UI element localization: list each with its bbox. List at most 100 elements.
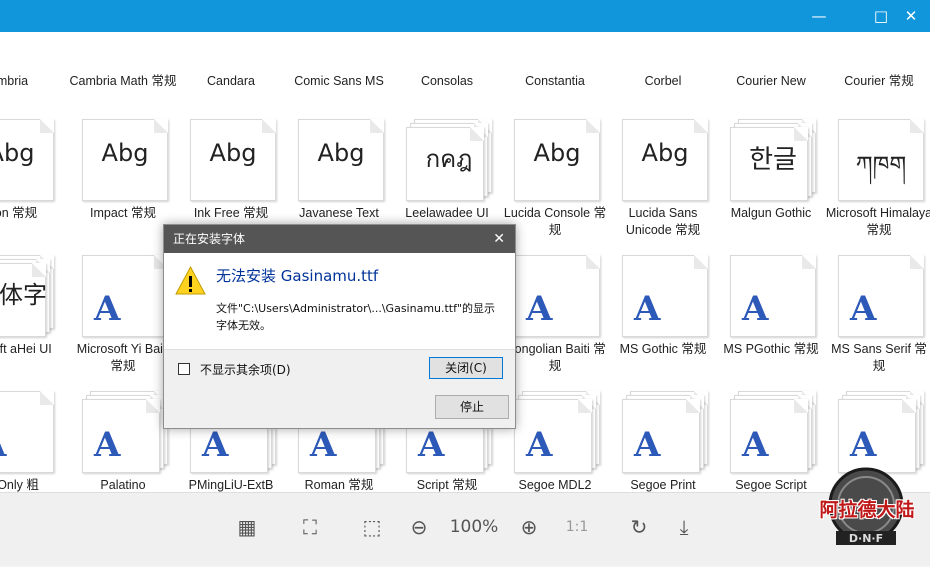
download-button[interactable]: ⤓ (670, 512, 698, 542)
font-thumbnail: A (82, 391, 168, 473)
viewer-toolbar: ▦ ⛶ ⬚ ⊖ 100% ⊕ 1:1 ↻ ⤓ (0, 492, 930, 565)
font-file-icon: A (526, 289, 553, 329)
font-name: perOnly 粗 (0, 478, 39, 492)
zoom-in-icon: ⊕ (520, 515, 538, 539)
font-thumbnail: Abg (514, 119, 600, 201)
font-item[interactable]: A MS PGothic 常规 (717, 255, 825, 391)
rotate-button[interactable]: ↻ (625, 512, 653, 542)
font-sample: Abg (209, 139, 257, 167)
font-sample: Abg (0, 139, 35, 167)
warning-icon (175, 265, 206, 295)
font-item[interactable]: A MS Gothic 常规 (609, 255, 717, 391)
maximize-button[interactable]: □ (864, 0, 898, 32)
font-item[interactable]: Abg hoon 常规 (0, 119, 63, 255)
font-thumbnail: A (622, 391, 708, 473)
font-thumbnail: Abg (0, 119, 54, 201)
game-logo-watermark: D·N·F 阿拉德大陆 (804, 459, 928, 563)
font-file-icon: A (850, 289, 877, 329)
font-thumbnail: 한글 (730, 119, 816, 201)
font-name: MS Gothic 常规 (619, 342, 707, 356)
font-file-icon: A (418, 425, 445, 465)
font-name: Comic Sans MS (294, 74, 384, 88)
actual-size-icon: 1:1 (565, 519, 589, 535)
dont-show-label: 不显示其余项(D) (200, 363, 291, 377)
font-item[interactable]: Abg Impact 常规 (69, 119, 177, 255)
font-sample: Abg (533, 139, 581, 167)
font-name: Javanese Text (299, 206, 379, 220)
zoom-out-icon: ⊖ (410, 515, 428, 539)
zoom-out-button[interactable]: ⊖ (405, 512, 433, 542)
font-sample: Abg (101, 139, 149, 167)
layout-icon: ▦ (237, 515, 257, 539)
close-window-button[interactable]: ✕ (894, 0, 928, 32)
font-item[interactable]: A Segoe MDL2 (501, 391, 609, 492)
font-item[interactable]: A Segoe Print (609, 391, 717, 492)
actual-size-button[interactable]: 1:1 (563, 512, 591, 542)
font-item[interactable]: A MS Sans Serif 常规 (825, 255, 930, 391)
font-thumbnail: A (514, 255, 600, 337)
minimize-icon: — (811, 7, 827, 25)
font-name: Script 常规 (416, 478, 478, 492)
font-file-icon: A (634, 425, 661, 465)
font-name: Corbel (644, 74, 682, 88)
font-thumbnail: A (622, 255, 708, 337)
font-name: Impact 常规 (90, 206, 156, 220)
font-thumbnail: Abg (622, 119, 708, 201)
font-name: Microsoft Yi Baiti 常规 (76, 342, 170, 373)
stop-button[interactable]: 停止 (435, 395, 509, 419)
font-file-icon: A (634, 289, 661, 329)
font-name: MS PGothic 常规 (723, 342, 819, 356)
rotate-icon: ↻ (630, 515, 648, 539)
font-sample: Abg (317, 139, 365, 167)
font-thumbnail: A (82, 255, 168, 337)
dialog-title: 正在安装字体 (173, 232, 246, 246)
font-sample: 한글 (749, 145, 797, 175)
fit-icon: ⛶ (303, 515, 317, 539)
font-thumbnail: 両体字 (0, 255, 54, 337)
font-thumbnail: Abg (190, 119, 276, 201)
dialog-close-icon[interactable]: ✕ (493, 225, 505, 253)
font-thumbnail: A (730, 255, 816, 337)
dialog-footer: 不显示其余项(D) 关闭(C) (164, 349, 515, 386)
font-item[interactable]: Abg Lucida Console 常规 (501, 119, 609, 255)
font-thumbnail: Abg (82, 119, 168, 201)
font-file-icon: A (310, 425, 337, 465)
font-name: MS Sans Serif 常规 (831, 342, 927, 373)
font-item[interactable]: A Microsoft Yi Baiti 常规 (69, 255, 177, 391)
font-file-icon: A (94, 425, 121, 465)
font-name: Candara (207, 74, 255, 88)
watermark-text: 阿拉德大陆 (819, 499, 915, 521)
fullscreen-button[interactable]: ⬚ (358, 512, 386, 542)
font-item[interactable]: 한글 Malgun Gothic (717, 119, 825, 255)
font-name: PMingLiU-ExtB (188, 478, 274, 492)
maximize-icon: □ (873, 7, 889, 25)
font-item[interactable]: AperOnly 粗 (0, 391, 63, 492)
font-name: Courier New (736, 74, 806, 88)
layout-button[interactable]: ▦ (233, 512, 261, 542)
font-name: Courier 常规 (844, 74, 914, 88)
font-name: Microsoft Himalaya 常规 (825, 206, 930, 237)
font-thumbnail: Abg (298, 119, 384, 201)
font-thumbnail: A (514, 391, 600, 473)
minimize-button[interactable]: — (802, 0, 836, 32)
font-item[interactable]: A Mongolian Baiti 常规 (501, 255, 609, 391)
dont-show-checkbox[interactable] (178, 363, 190, 375)
close-button[interactable]: 关闭(C) (429, 357, 503, 379)
fit-button[interactable]: ⛶ (296, 512, 324, 542)
font-name: Consolas (420, 74, 474, 88)
font-file-icon: A (94, 289, 121, 329)
font-item[interactable]: A Palatino (69, 391, 177, 492)
font-sample: กคฎ (425, 145, 473, 173)
install-font-dialog: 正在安装字体 ✕ 无法安装 Gasinamu.ttf 文件"C:\Users\A… (163, 224, 516, 429)
font-name: Malgun Gothic (730, 206, 812, 220)
font-thumbnail: กคฎ (406, 119, 492, 201)
font-item[interactable]: Abg Lucida Sans Unicode 常规 (609, 119, 717, 255)
font-item[interactable]: ཀཁག Microsoft Himalaya 常规 (825, 119, 930, 255)
font-name: Leelawadee UI (405, 206, 489, 220)
zoom-in-button[interactable]: ⊕ (515, 512, 543, 542)
font-name: Ink Free 常规 (193, 206, 269, 220)
font-thumbnail: ཀཁག (838, 119, 924, 201)
title-bar: — □ ✕ (0, 0, 930, 32)
font-name: Lucida Console 常规 (503, 206, 607, 237)
font-item[interactable]: 両体字 icrosoft aHei UI (0, 255, 63, 391)
